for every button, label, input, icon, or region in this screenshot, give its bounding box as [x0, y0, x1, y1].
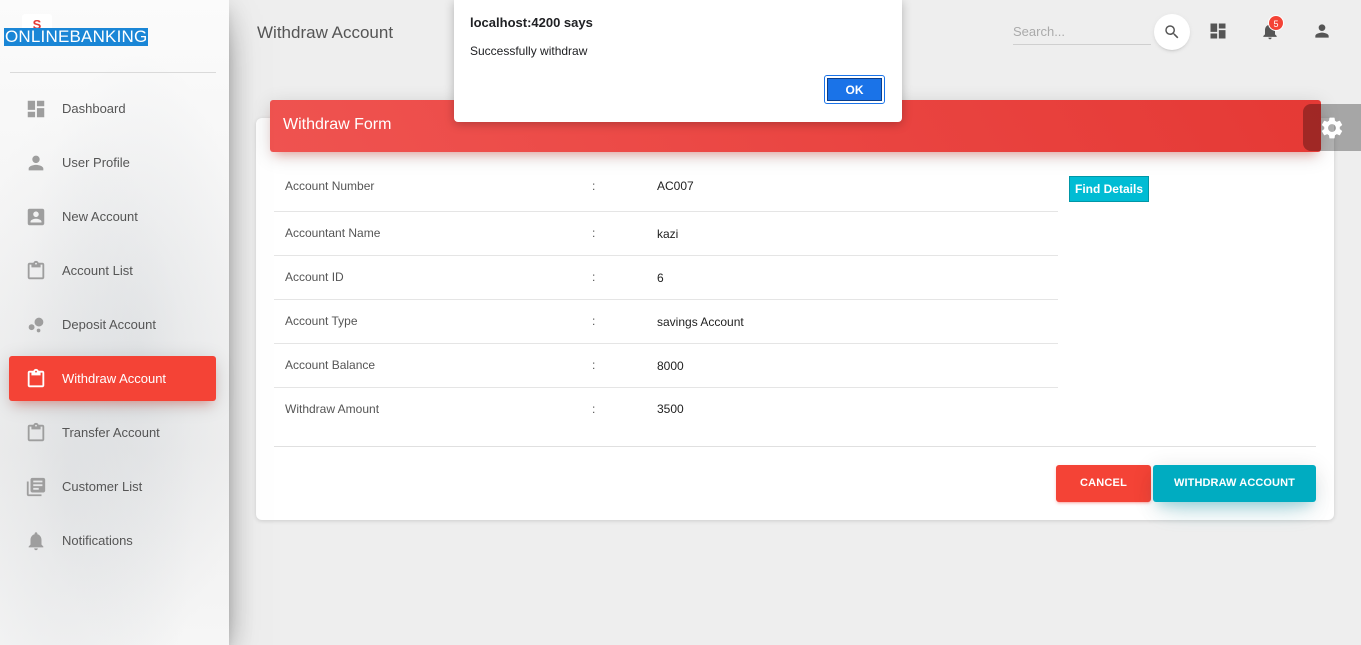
clipboard-icon [25, 260, 47, 282]
separator: : [592, 270, 596, 284]
sidebar-item-label: Withdraw Account [62, 371, 167, 386]
brand[interactable]: S Santander ONLINEBANKING [0, 0, 229, 72]
sidebar-item-label: Notifications [62, 533, 133, 548]
sidebar-item-user-profile[interactable]: User Profile [9, 140, 216, 185]
dialog-title: localhost:4200 says [470, 15, 593, 30]
search-button[interactable] [1154, 14, 1190, 50]
sidebar-item-label: User Profile [62, 155, 130, 170]
account-balance-value: 8000 [657, 359, 684, 373]
withdraw-account-button[interactable]: WITHDRAW ACCOUNT [1153, 465, 1316, 502]
separator: : [592, 179, 596, 193]
search-field [1013, 18, 1151, 45]
withdraw-amount-label: Withdraw Amount [285, 402, 380, 416]
dashboard-icon [25, 98, 47, 120]
account-id-value: 6 [657, 271, 664, 285]
clipboard-icon [25, 422, 47, 444]
dashboard-icon [1210, 23, 1226, 39]
sidebar-item-dashboard[interactable]: Dashboard [9, 86, 216, 131]
library-books-icon [25, 476, 47, 498]
search-icon [1165, 25, 1179, 39]
profile-button[interactable] [1311, 20, 1333, 42]
sidebar-item-withdraw-account[interactable]: Withdraw Account [9, 356, 216, 401]
find-details-button[interactable]: Find Details [1069, 176, 1149, 202]
search-input[interactable] [1013, 18, 1151, 44]
form-row-accountant-name: Accountant Name : kazi [274, 212, 1058, 256]
account-id-label: Account ID [285, 270, 344, 284]
brand-name[interactable]: ONLINEBANKING [4, 28, 149, 46]
form-row-withdraw-amount: Withdraw Amount : [274, 388, 1058, 432]
gear-icon [1321, 117, 1343, 138]
person-icon [25, 152, 47, 174]
page-title[interactable]: Withdraw Account [257, 23, 393, 43]
clipboard-icon [25, 368, 47, 390]
notification-badge: 5 [1268, 15, 1284, 31]
account-type-value: savings Account [657, 315, 744, 329]
bell-icon [25, 530, 47, 552]
form-row-account-id: Account ID : 6 [274, 256, 1058, 300]
dialog-ok-label: OK [827, 78, 882, 101]
form-row-account-number: Account Number : [274, 165, 1058, 212]
sidebar-item-transfer-account[interactable]: Transfer Account [9, 410, 216, 455]
sidebar-item-account-list[interactable]: Account List [9, 248, 216, 293]
account-number-label: Account Number [285, 179, 375, 193]
sidebar-item-deposit-account[interactable]: Deposit Account [9, 302, 216, 347]
accountant-name-label: Accountant Name [285, 226, 381, 240]
sidebar: S Santander ONLINEBANKING Dashboard User… [0, 0, 229, 645]
card-title: Withdraw Form [283, 116, 392, 133]
dialog-ok-button[interactable]: OK [824, 75, 885, 104]
cancel-button[interactable]: CANCEL [1056, 465, 1151, 502]
sidebar-item-new-account[interactable]: New Account [9, 194, 216, 239]
separator: : [592, 226, 596, 240]
withdraw-amount-input[interactable] [657, 398, 957, 420]
account-balance-label: Account Balance [285, 358, 376, 372]
brand-divider [10, 72, 216, 73]
sidebar-item-label: New Account [62, 209, 138, 224]
sidebar-item-label: Dashboard [62, 101, 126, 116]
sidebar-item-label: Deposit Account [62, 317, 156, 332]
separator: : [592, 314, 596, 328]
sidebar-nav: Dashboard User Profile New Account Accou… [0, 86, 229, 572]
separator: : [592, 358, 596, 372]
bubble-chart-icon [25, 314, 47, 336]
person-icon [1315, 24, 1329, 38]
form-row-account-balance: Account Balance : 8000 [274, 344, 1058, 388]
dialog-message: Successfully withdraw [470, 44, 588, 58]
form-row-account-type: Account Type : savings Account [274, 300, 1058, 344]
sidebar-item-customer-list[interactable]: Customer List [9, 464, 216, 509]
sidebar-item-label: Transfer Account [62, 425, 160, 440]
card-divider [274, 446, 1316, 447]
alert-dialog: localhost:4200 says Successfully withdra… [454, 0, 902, 122]
withdraw-form: Account Number : Accountant Name : kazi … [274, 165, 1058, 432]
account-number-input[interactable] [657, 175, 957, 197]
accountant-name-value: kazi [657, 227, 679, 241]
account-box-icon [25, 206, 47, 228]
dashboard-button[interactable] [1207, 20, 1229, 42]
sidebar-item-label: Customer List [62, 479, 143, 494]
settings-plugin-button[interactable] [1303, 104, 1361, 151]
separator: : [592, 402, 596, 416]
account-type-label: Account Type [285, 314, 358, 328]
sidebar-item-label: Account List [62, 263, 133, 278]
sidebar-item-notifications[interactable]: Notifications [9, 518, 216, 563]
